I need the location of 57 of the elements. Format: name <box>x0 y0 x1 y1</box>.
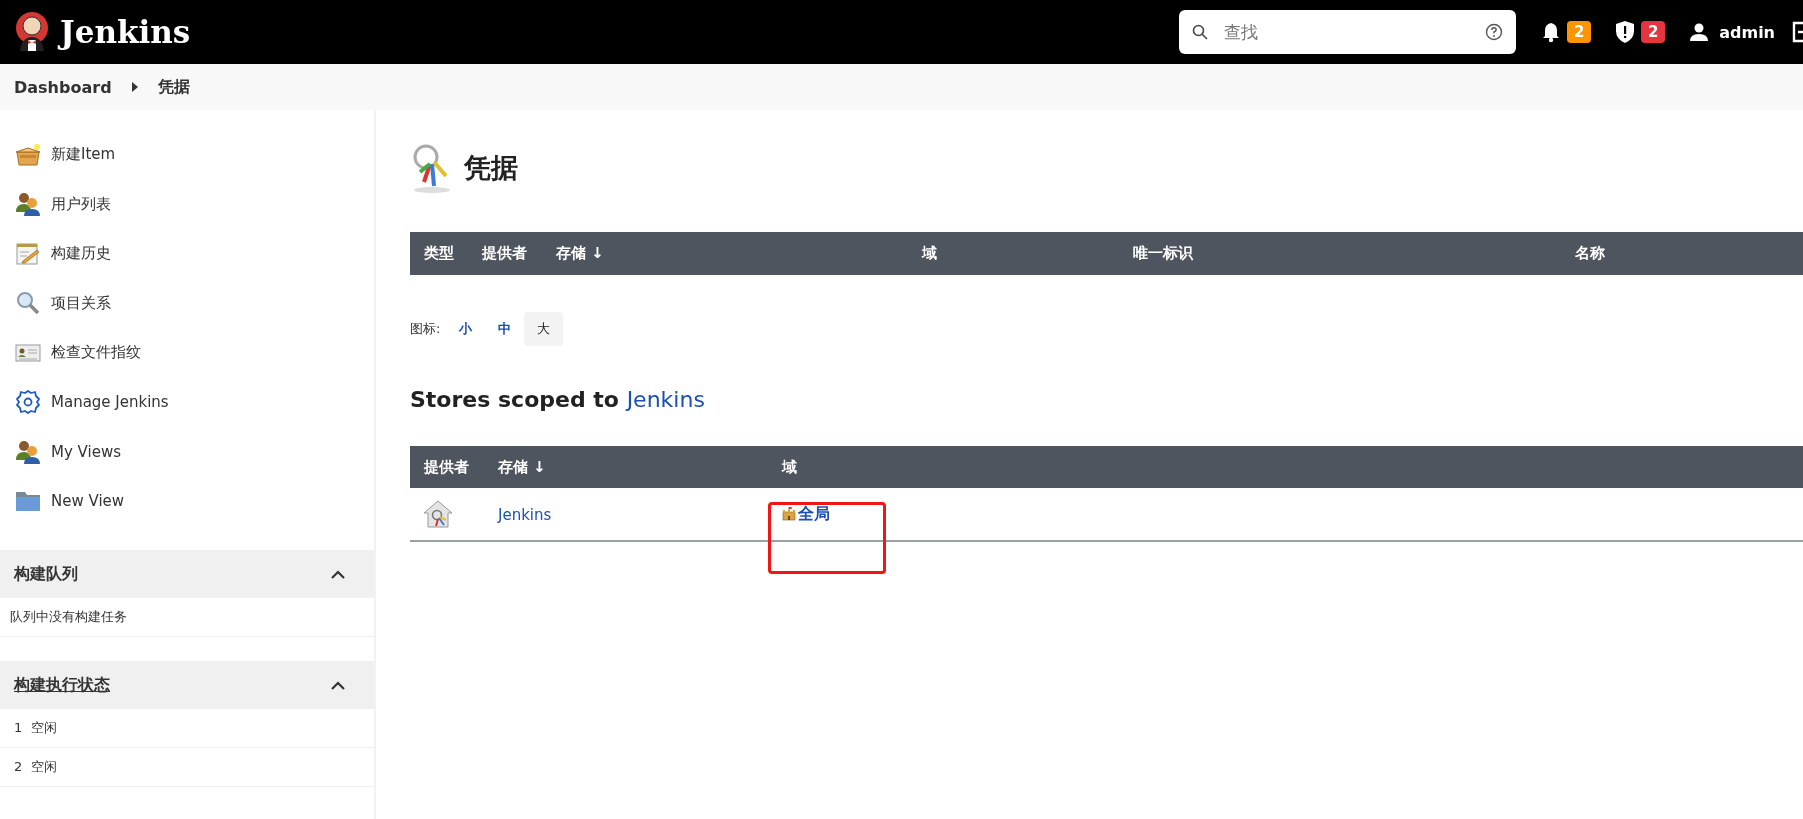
butler-logo-icon[interactable] <box>14 11 50 53</box>
sidebar-item[interactable]: 构建历史 <box>0 229 374 279</box>
settings-icon <box>15 389 41 416</box>
sidebar-item[interactable]: Manage Jenkins <box>0 377 374 427</box>
search-icon <box>1192 24 1209 40</box>
column-header[interactable]: 类型 <box>410 244 468 263</box>
icon-size-option[interactable]: 中 <box>485 312 525 346</box>
breadcrumb-link[interactable]: 凭据 <box>157 76 190 98</box>
chevron-icon[interactable] <box>331 680 345 690</box>
column-header[interactable]: 唯一标识 <box>1119 244 1561 263</box>
page-title: 凭据 <box>464 151 518 185</box>
sidebar-item[interactable]: 用户列表 <box>0 179 374 229</box>
column-header[interactable]: 存储 ↓ <box>542 244 908 263</box>
folder-icon <box>15 489 41 514</box>
user-name-link[interactable]: admin <box>1719 22 1775 42</box>
help-icon[interactable] <box>1485 23 1504 41</box>
sidebar-item[interactable]: New View <box>0 476 374 526</box>
panel-row-text: 2 空闲 <box>0 748 374 787</box>
column-header[interactable]: 存储 ↓ <box>484 457 768 477</box>
breadcrumb-link[interactable]: Dashboard <box>14 77 112 97</box>
domain-link[interactable]: 全局 <box>798 503 830 525</box>
panel-row-text: 1 空闲 <box>0 709 374 748</box>
castle-icon <box>782 507 796 521</box>
sidebar-item[interactable]: 新建Item <box>0 130 374 180</box>
panel-header[interactable]: 构建队列 <box>0 550 374 598</box>
box-icon <box>15 142 41 167</box>
magnifier-icon <box>15 291 41 316</box>
bell-icon[interactable] <box>1541 21 1562 43</box>
users-icon <box>15 439 41 464</box>
users-icon <box>15 192 41 217</box>
chevron-icon[interactable] <box>331 569 345 579</box>
jenkins-link[interactable]: Jenkins <box>626 387 705 412</box>
panel-title[interactable]: 构建执行状态 <box>14 674 110 696</box>
section-heading: Stores scoped to Jenkins <box>410 387 706 412</box>
user-icon[interactable] <box>1689 22 1710 42</box>
column-header[interactable]: 提供者 <box>410 457 484 477</box>
sidebar-item[interactable]: My Views <box>0 427 374 477</box>
panel-title[interactable]: 构建队列 <box>14 563 78 585</box>
column-header[interactable]: 域 <box>768 457 1803 477</box>
panel-row-text: 队列中没有构建任务 <box>0 598 374 637</box>
shield-icon[interactable] <box>1615 20 1636 44</box>
column-header[interactable]: 提供者 <box>468 244 542 263</box>
store-link[interactable]: Jenkins <box>498 505 552 524</box>
icon-size-option[interactable]: 小 <box>446 312 486 346</box>
sidebar-item[interactable]: 检查文件指纹 <box>0 328 374 378</box>
caret-icon <box>131 82 138 92</box>
column-header[interactable]: 域 <box>908 244 1119 263</box>
icon-size-label: 图标: <box>410 320 441 338</box>
house-keys-icon <box>422 498 454 530</box>
icon-size-option[interactable]: 大 <box>524 312 564 346</box>
search-field[interactable]: 查找 <box>1179 10 1517 54</box>
notepad-pencil-icon <box>15 241 41 266</box>
security-alert-count[interactable]: 2 <box>1641 21 1666 43</box>
column-header[interactable]: 名称 <box>1561 244 1803 263</box>
search-input[interactable]: 查找 <box>1222 21 1472 43</box>
sidebar-item[interactable]: 项目关系 <box>0 278 374 328</box>
panel-header[interactable]: 构建执行状态 <box>0 661 374 709</box>
